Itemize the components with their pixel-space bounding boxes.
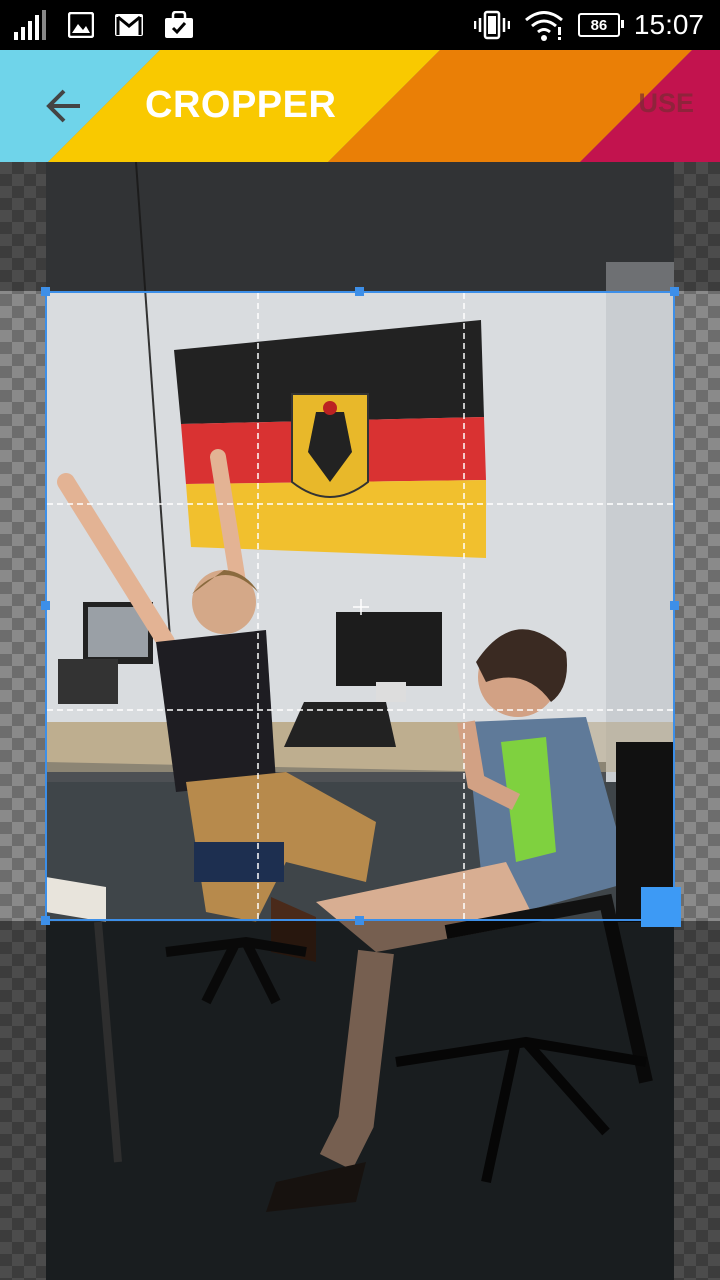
- signal-icon: [14, 10, 46, 40]
- battery-indicator: 86: [577, 13, 624, 37]
- handle-bottom-middle[interactable]: [355, 916, 364, 925]
- crop-frame[interactable]: [41, 287, 681, 927]
- resize-handle-bottom-right[interactable]: [641, 887, 681, 927]
- gmail-icon: [115, 14, 143, 36]
- status-bar: 86 15:07: [0, 0, 720, 50]
- wifi-icon: [524, 11, 563, 41]
- battery-level: 86: [590, 16, 608, 34]
- toolbar-stripes: [0, 50, 720, 162]
- grid-line-h1: [47, 503, 673, 505]
- crosshair-icon: [353, 599, 369, 615]
- vibrate-icon: [473, 10, 510, 40]
- app-toolbar: CROPPER USE: [0, 50, 720, 162]
- grid-line-v2: [463, 293, 465, 919]
- page-title: CROPPER: [145, 84, 337, 126]
- image-notification-icon: [68, 12, 94, 38]
- handle-top-middle[interactable]: [355, 287, 364, 296]
- use-button[interactable]: USE: [638, 88, 694, 119]
- grid-line-h2: [47, 709, 673, 711]
- arrow-left-icon: [46, 89, 80, 123]
- back-button[interactable]: [34, 78, 94, 134]
- grid-line-v1: [257, 293, 259, 919]
- handle-middle-left[interactable]: [41, 601, 50, 610]
- clock: 15:07: [633, 9, 704, 40]
- handle-top-right[interactable]: [670, 287, 679, 296]
- handle-top-left[interactable]: [41, 287, 50, 296]
- handle-middle-right[interactable]: [670, 601, 679, 610]
- dim-bottom: [0, 921, 720, 1280]
- dim-top: [0, 162, 720, 291]
- shopping-bag-icon: [165, 11, 193, 38]
- handle-bottom-left[interactable]: [41, 916, 50, 925]
- crop-canvas[interactable]: [0, 162, 720, 1280]
